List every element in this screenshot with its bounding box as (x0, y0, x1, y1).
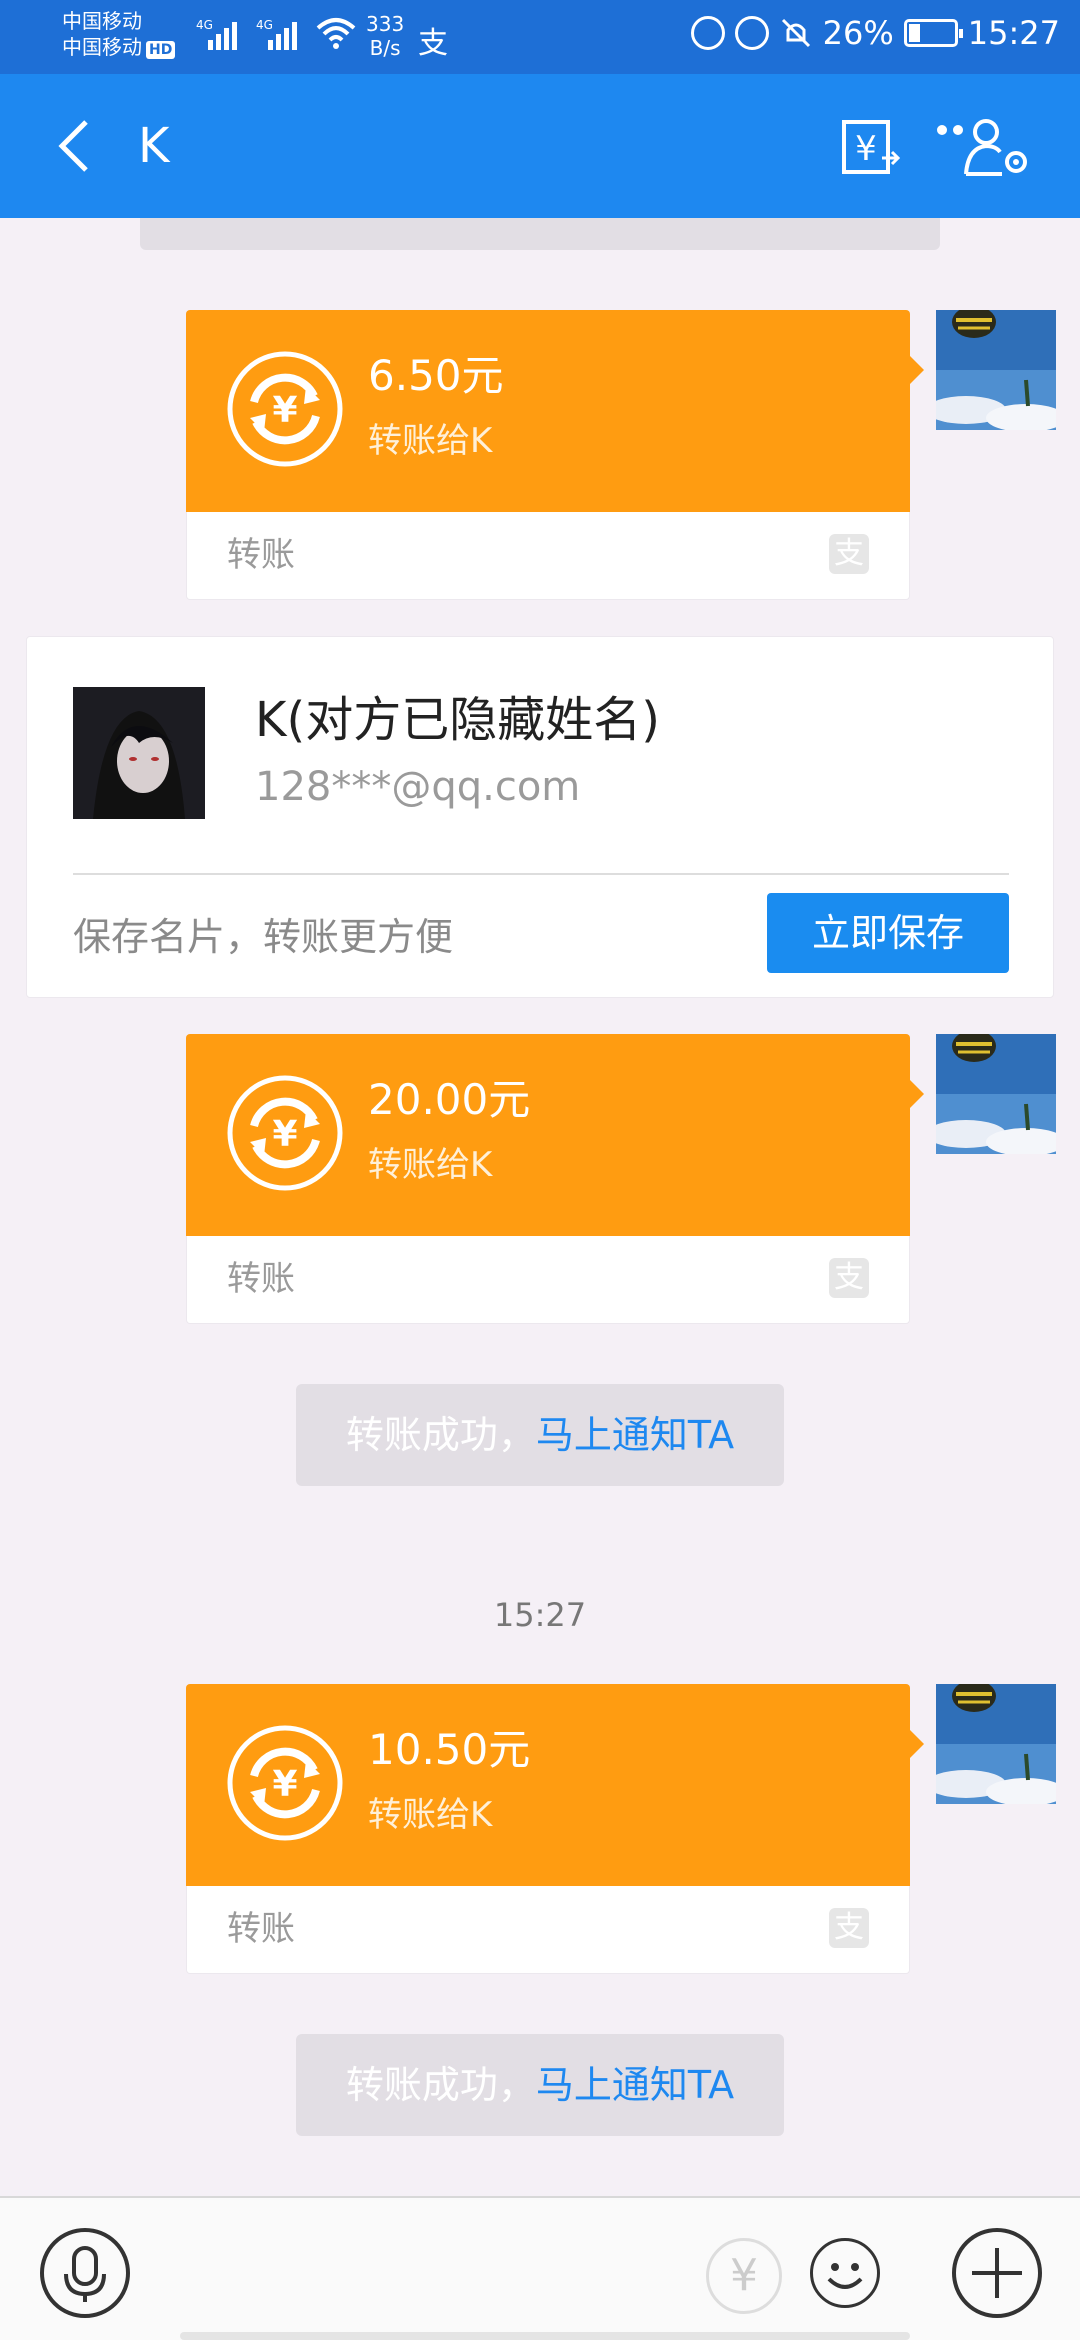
carrier-info: 中国移动 中国移动 HD (62, 8, 176, 60)
bubble-tail (910, 1080, 924, 1108)
battery-icon (903, 19, 963, 47)
network-speed: 333 B/s (366, 12, 404, 60)
transfer-label: 转账 (227, 535, 295, 575)
transfer-success-notice-1: 转账成功，马上通知TA (296, 1384, 784, 1486)
contact-name: K(对方已隐藏姓名) (255, 692, 660, 748)
avatar-self[interactable] (936, 1034, 1056, 1154)
transfer-recipient: 转账给K (368, 1795, 493, 1835)
chat-header: K ¥ (0, 74, 1080, 218)
transfer-label: 转账 (227, 1909, 295, 1949)
bubble-tail (910, 1730, 924, 1758)
voice-button[interactable] (40, 2228, 130, 2318)
notify-link[interactable]: 马上通知TA (536, 2063, 734, 2107)
alipay-icon: 支 (829, 1258, 869, 1298)
previous-notice (140, 218, 940, 250)
mute-icon (781, 18, 810, 48)
transfer-coin-icon: ¥ (227, 1075, 343, 1191)
battery-percent: 26% (822, 14, 894, 52)
gesture-handle (180, 2332, 910, 2340)
chat-title: K (138, 118, 170, 174)
transfer-amount: 20.00元 (368, 1075, 531, 1124)
wifi-icon (316, 18, 356, 49)
card-divider (73, 873, 1009, 875)
status-right: 26% 15:27 (690, 14, 1060, 52)
transfer-bubble-footer: 转账 支 (186, 512, 910, 600)
notice-text: 转账成功， (345, 1413, 536, 1457)
avatar-self[interactable] (936, 310, 1056, 430)
avatar-balloon-image (936, 1684, 1056, 1804)
transfer-bubble-footer: 转账 支 (186, 1236, 910, 1324)
transfer-recipient: 转账给K (368, 421, 493, 461)
speed-value: 333 (366, 12, 405, 36)
transfer-bubble-top: ¥ 6.50元 转账给K (186, 310, 910, 512)
notify-link[interactable]: 马上通知TA (536, 1413, 734, 1457)
transfer-bubble-top: ¥ 20.00元 转账给K (186, 1034, 910, 1236)
svg-text:¥: ¥ (272, 390, 297, 431)
signal-icon-2 (268, 20, 304, 50)
speed-unit: B/s (369, 36, 401, 60)
back-icon[interactable] (50, 116, 100, 176)
transfer-recipient: 转账给K (368, 1145, 493, 1185)
alipay-notification-icon: 支 (418, 26, 448, 61)
bubble-tail (910, 356, 924, 384)
transfer-success-notice-2: 转账成功，马上通知TA (296, 2034, 784, 2136)
message-input[interactable] (154, 2228, 914, 2318)
signal-icon-1 (208, 20, 244, 50)
message-timestamp: 15:27 (493, 1596, 587, 1634)
contact-avatar-image (73, 687, 205, 819)
more-button[interactable] (952, 2228, 1042, 2318)
transfer-amount: 10.50元 (368, 1725, 531, 1774)
save-contact-tip: 保存名片，转账更方便 (73, 915, 454, 959)
avatar-self[interactable] (936, 1684, 1056, 1804)
avatar-balloon-image (936, 310, 1056, 430)
contact-card: K(对方已隐藏姓名) 128***@qq.com 保存名片，转账更方便 立即保存 (26, 636, 1054, 998)
carrier-1: 中国移动 (62, 9, 142, 33)
transfer-message-3[interactable]: ¥ 10.50元 转账给K 转账 支 (186, 1684, 924, 1974)
alarm-icon (734, 16, 769, 50)
transfer-records-icon[interactable]: ¥ (838, 116, 902, 180)
svg-text:¥: ¥ (272, 1114, 297, 1155)
emoji-icon (827, 2263, 863, 2289)
transfer-icon[interactable]: ¥ (706, 2238, 782, 2314)
notice-text: 转账成功， (345, 2063, 536, 2107)
transfer-message-2[interactable]: ¥ 20.00元 转账给K 转账 支 (186, 1034, 924, 1324)
data-saver-icon (690, 16, 725, 50)
transfer-coin-icon: ¥ (227, 351, 343, 467)
alipay-icon: 支 (829, 534, 869, 574)
svg-text:¥: ¥ (855, 129, 877, 169)
chat-area[interactable]: ¥ 6.50元 转账给K 转账 支 K(对方已隐藏姓名) 128***@qq.c… (0, 218, 1080, 2196)
microphone-icon (64, 2246, 106, 2302)
alipay-icon: 支 (829, 1908, 869, 1948)
carrier-2: 中国移动 (62, 35, 142, 59)
transfer-bubble-footer: 转账 支 (186, 1886, 910, 1974)
transfer-message-1[interactable]: ¥ 6.50元 转账给K 转账 支 (186, 310, 924, 600)
transfer-bubble-top: ¥ 10.50元 转账给K (186, 1684, 910, 1886)
plus-icon (972, 2248, 1022, 2298)
status-bar: 中国移动 中国移动 HD 4G 4G 333 B/s 支 26% 15:27 (0, 0, 1080, 74)
transfer-amount: 6.50元 (368, 351, 504, 400)
hd-badge: HD (146, 41, 176, 59)
contact-email: 128***@qq.com (255, 764, 581, 810)
chat-settings-icon[interactable] (934, 116, 1034, 180)
avatar-balloon-image (936, 1034, 1056, 1154)
svg-text:¥: ¥ (272, 1764, 297, 1805)
save-contact-button[interactable]: 立即保存 (767, 893, 1009, 973)
clock: 15:27 (967, 14, 1060, 52)
transfer-coin-icon: ¥ (227, 1725, 343, 1841)
emoji-button[interactable] (810, 2238, 880, 2308)
battery-fill (908, 24, 920, 42)
input-bar: ¥ (0, 2196, 1080, 2340)
transfer-label: 转账 (227, 1259, 295, 1299)
contact-avatar[interactable] (73, 687, 205, 819)
